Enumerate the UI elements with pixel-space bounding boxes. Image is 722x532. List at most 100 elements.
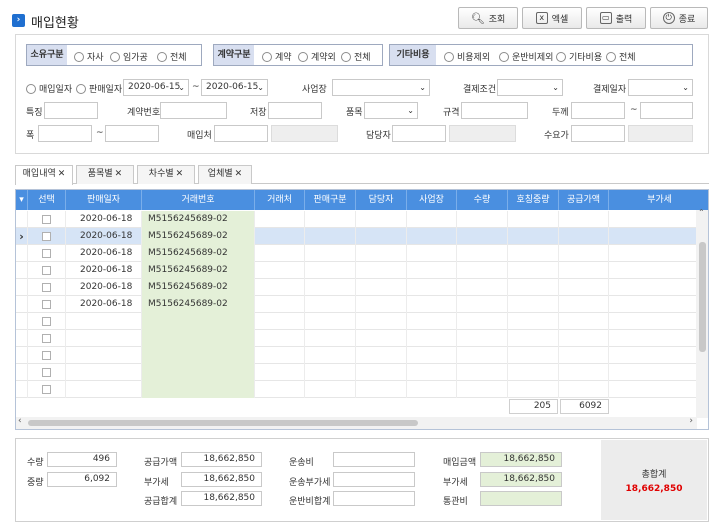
row-indicator [16, 296, 28, 313]
feature-input[interactable] [44, 102, 98, 119]
thickness-from-input[interactable] [571, 102, 625, 119]
spec-input[interactable] [461, 102, 528, 119]
workplace-select[interactable]: ⌄ [332, 79, 430, 96]
checkbox-icon[interactable] [42, 385, 51, 394]
close-icon[interactable]: ✕ [115, 169, 123, 179]
grid-cell [305, 228, 356, 245]
col-select[interactable]: 선택 [28, 190, 66, 210]
purchase-amount-label: 매입금액 [443, 458, 477, 468]
excel-button[interactable]: x 엑셀 [522, 7, 582, 29]
col-supply[interactable]: 공급가액 [559, 190, 609, 210]
table-row[interactable] [16, 313, 697, 330]
ownership-radio-consign[interactable]: 임가공 [110, 50, 148, 63]
table-row[interactable]: 2020-06-18 M5156245689-02 [16, 262, 697, 279]
checkbox-icon[interactable] [42, 368, 51, 377]
scroll-left-icon[interactable]: ‹ [18, 416, 22, 426]
width-from-input[interactable] [38, 125, 92, 142]
horizontal-scrollbar[interactable]: ‹ › [16, 416, 697, 429]
thickness-label: 두께 [552, 108, 569, 118]
row-checkbox[interactable] [28, 228, 66, 245]
horizontal-scroll-thumb[interactable] [28, 420, 418, 426]
checkbox-icon[interactable] [42, 351, 51, 360]
table-row[interactable]: 2020-06-18 M5156245689-02 [16, 279, 697, 296]
col-sale-date[interactable]: 판매일자 [66, 190, 142, 210]
search-button[interactable]: 🔍︎ 조회 [458, 7, 518, 29]
other-cost-radio-other[interactable]: 기타비용 [556, 50, 602, 63]
col-customer[interactable]: 거래처 [255, 190, 305, 210]
row-checkbox[interactable] [28, 313, 66, 330]
row-checkbox[interactable] [28, 347, 66, 364]
tab-by-round[interactable]: 차수별 ✕ [137, 165, 195, 184]
vertical-scroll-thumb[interactable] [699, 242, 706, 352]
spec-label: 규격 [443, 108, 460, 118]
supplier-code-input[interactable] [214, 125, 268, 142]
manager-code-input[interactable] [392, 125, 446, 142]
checkbox-icon[interactable] [42, 215, 51, 224]
table-row[interactable]: 2020-06-18 M5156245689-02 [16, 296, 697, 313]
ownership-radio-own[interactable]: 자사 [74, 50, 104, 63]
print-button[interactable]: ▭ 출력 [586, 7, 646, 29]
row-checkbox[interactable] [28, 296, 66, 313]
customs-field [480, 491, 562, 506]
table-row[interactable] [16, 347, 697, 364]
contract-radio-noncontract[interactable]: 계약외 [298, 50, 336, 63]
buyer-code-input[interactable] [571, 125, 625, 142]
other-cost-radio-freight-excl[interactable]: 운반비제외 [499, 50, 553, 63]
checkbox-icon[interactable] [42, 283, 51, 292]
table-row[interactable]: › 2020-06-18 M5156245689-02 [16, 228, 697, 245]
table-row[interactable] [16, 330, 697, 347]
row-checkbox[interactable] [28, 211, 66, 228]
tab-by-vendor[interactable]: 업체별 ✕ [198, 165, 252, 184]
contract-radio-all[interactable]: 전체 [341, 50, 371, 63]
row-indicator [16, 245, 28, 262]
payment-terms-select[interactable]: ⌄ [497, 79, 563, 96]
date-from-picker[interactable]: 2020-06-15 ⌄ [123, 79, 189, 96]
date-to-picker[interactable]: 2020-06-15 ⌄ [201, 79, 268, 96]
ownership-radio-all[interactable]: 전체 [157, 50, 187, 63]
checkbox-icon[interactable] [42, 232, 51, 241]
scroll-up-icon[interactable]: ⌃ [698, 208, 705, 217]
row-checkbox[interactable] [28, 245, 66, 262]
thickness-to-input[interactable] [640, 102, 693, 119]
col-weight[interactable]: 호칭중량 [508, 190, 559, 210]
grid-cell [609, 364, 697, 381]
date-mode-purchase[interactable]: 매입일자 [26, 82, 72, 95]
col-sale-type[interactable]: 판매구분 [305, 190, 356, 210]
close-icon[interactable]: ✕ [58, 169, 66, 179]
contract-radio-contract[interactable]: 계약 [262, 50, 292, 63]
table-row[interactable]: 2020-06-18 M5156245689-02 [16, 211, 697, 228]
col-manager[interactable]: 담당자 [356, 190, 407, 210]
table-row[interactable] [16, 381, 697, 398]
tab-by-item[interactable]: 품목별 ✕ [76, 165, 134, 184]
close-icon[interactable]: ✕ [235, 169, 243, 179]
payment-date-select[interactable]: ⌄ [628, 79, 693, 96]
checkbox-icon[interactable] [42, 300, 51, 309]
table-row[interactable]: 2020-06-18 M5156245689-02 [16, 245, 697, 262]
checkbox-icon[interactable] [42, 249, 51, 258]
width-to-input[interactable] [105, 125, 159, 142]
item-select[interactable]: ⌄ [364, 102, 418, 119]
col-vat[interactable]: 부가세 [609, 190, 708, 210]
storage-input[interactable] [268, 102, 322, 119]
row-checkbox[interactable] [28, 381, 66, 398]
close-button[interactable]: ⏻ 종료 [650, 7, 708, 29]
col-trade-no[interactable]: 거래번호 [142, 190, 255, 210]
close-icon[interactable]: ✕ [176, 169, 184, 179]
row-checkbox[interactable] [28, 364, 66, 381]
row-checkbox[interactable] [28, 279, 66, 296]
vertical-scrollbar[interactable]: ⌃ [696, 208, 708, 418]
checkbox-icon[interactable] [42, 334, 51, 343]
checkbox-icon[interactable] [42, 317, 51, 326]
scroll-right-icon[interactable]: › [689, 416, 693, 426]
other-cost-radio-excl[interactable]: 비용제외 [444, 50, 490, 63]
col-workplace[interactable]: 사업장 [407, 190, 457, 210]
checkbox-icon[interactable] [42, 266, 51, 275]
contract-no-input[interactable] [160, 102, 227, 119]
col-qty[interactable]: 수량 [457, 190, 508, 210]
tab-purchase-details[interactable]: 매입내역 ✕ [15, 165, 73, 185]
other-cost-radio-all[interactable]: 전체 [606, 50, 636, 63]
row-checkbox[interactable] [28, 262, 66, 279]
row-checkbox[interactable] [28, 330, 66, 347]
date-mode-sale[interactable]: 판매일자 [76, 82, 122, 95]
table-row[interactable] [16, 364, 697, 381]
